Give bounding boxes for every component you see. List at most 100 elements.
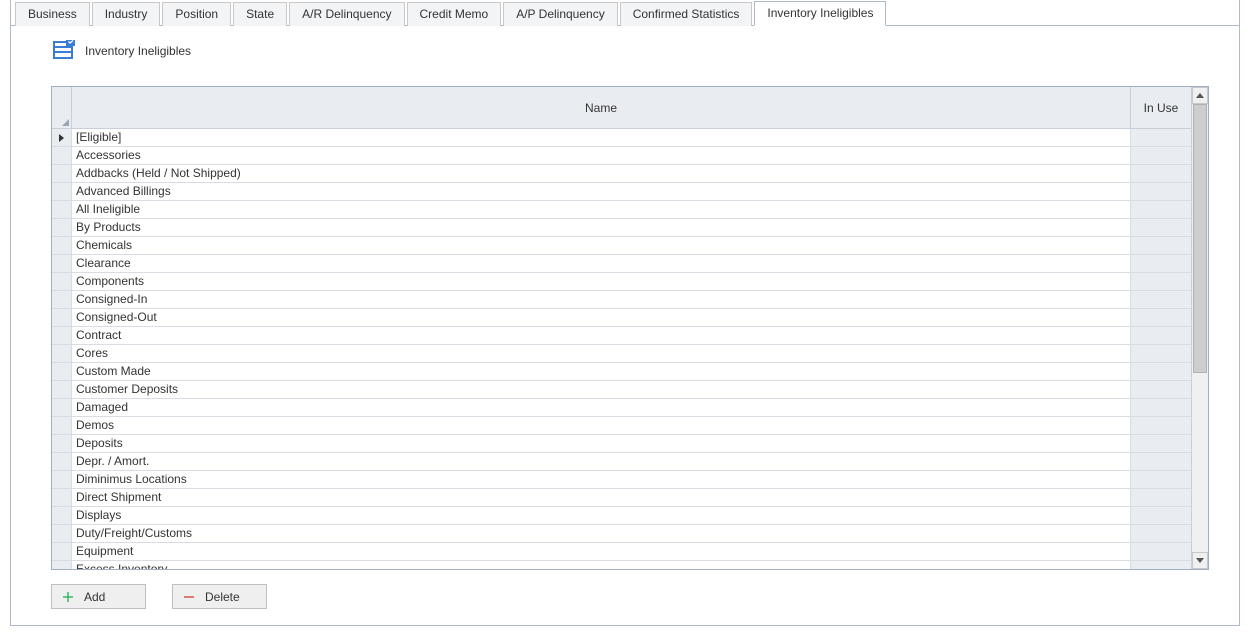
row-indicator[interactable] bbox=[52, 363, 72, 380]
table-row[interactable]: Damaged bbox=[52, 399, 1191, 417]
cell-name[interactable]: Contract bbox=[72, 327, 1131, 344]
table-row[interactable]: By Products bbox=[52, 219, 1191, 237]
row-indicator[interactable] bbox=[52, 309, 72, 326]
cell-name[interactable]: By Products bbox=[72, 219, 1131, 236]
cell-inuse[interactable] bbox=[1131, 363, 1191, 380]
tab-a-p-delinquency[interactable]: A/P Delinquency bbox=[503, 2, 618, 26]
cell-inuse[interactable] bbox=[1131, 489, 1191, 506]
cell-inuse[interactable] bbox=[1131, 561, 1191, 569]
row-selector-header[interactable] bbox=[52, 87, 72, 128]
cell-inuse[interactable] bbox=[1131, 417, 1191, 434]
cell-name[interactable]: Deposits bbox=[72, 435, 1131, 452]
row-indicator[interactable] bbox=[52, 417, 72, 434]
scroll-track[interactable] bbox=[1192, 104, 1208, 552]
cell-name[interactable]: Direct Shipment bbox=[72, 489, 1131, 506]
cell-name[interactable]: Duty/Freight/Customs bbox=[72, 525, 1131, 542]
table-row[interactable]: Accessories bbox=[52, 147, 1191, 165]
cell-inuse[interactable] bbox=[1131, 147, 1191, 164]
table-row[interactable]: Duty/Freight/Customs bbox=[52, 525, 1191, 543]
cell-inuse[interactable] bbox=[1131, 525, 1191, 542]
row-indicator[interactable] bbox=[52, 201, 72, 218]
row-indicator[interactable] bbox=[52, 435, 72, 452]
tab-state[interactable]: State bbox=[233, 2, 287, 26]
cell-inuse[interactable] bbox=[1131, 129, 1191, 146]
tab-credit-memo[interactable]: Credit Memo bbox=[407, 2, 502, 26]
cell-inuse[interactable] bbox=[1131, 381, 1191, 398]
cell-inuse[interactable] bbox=[1131, 507, 1191, 524]
cell-inuse[interactable] bbox=[1131, 345, 1191, 362]
cell-name[interactable]: Consigned-In bbox=[72, 291, 1131, 308]
row-indicator[interactable] bbox=[52, 273, 72, 290]
table-row[interactable]: [Eligible] bbox=[52, 129, 1191, 147]
table-row[interactable]: Consigned-In bbox=[52, 291, 1191, 309]
delete-button[interactable]: Delete bbox=[172, 584, 267, 609]
row-indicator[interactable] bbox=[52, 381, 72, 398]
table-row[interactable]: Depr. / Amort. bbox=[52, 453, 1191, 471]
tab-confirmed-statistics[interactable]: Confirmed Statistics bbox=[620, 2, 753, 26]
table-row[interactable]: Customer Deposits bbox=[52, 381, 1191, 399]
row-indicator[interactable] bbox=[52, 165, 72, 182]
cell-inuse[interactable] bbox=[1131, 309, 1191, 326]
table-row[interactable]: Diminimus Locations bbox=[52, 471, 1191, 489]
cell-name[interactable]: Damaged bbox=[72, 399, 1131, 416]
row-indicator[interactable] bbox=[52, 327, 72, 344]
column-header-name[interactable]: Name bbox=[72, 87, 1131, 128]
row-indicator[interactable] bbox=[52, 543, 72, 560]
scroll-up-button[interactable] bbox=[1192, 87, 1208, 104]
row-indicator[interactable] bbox=[52, 489, 72, 506]
table-row[interactable]: Contract bbox=[52, 327, 1191, 345]
row-indicator[interactable] bbox=[52, 183, 72, 200]
cell-inuse[interactable] bbox=[1131, 471, 1191, 488]
row-indicator[interactable] bbox=[52, 561, 72, 569]
table-row[interactable]: Clearance bbox=[52, 255, 1191, 273]
cell-inuse[interactable] bbox=[1131, 273, 1191, 290]
row-indicator[interactable] bbox=[52, 399, 72, 416]
table-row[interactable]: Equipment bbox=[52, 543, 1191, 561]
tab-position[interactable]: Position bbox=[162, 2, 231, 26]
cell-name[interactable]: Custom Made bbox=[72, 363, 1131, 380]
table-row[interactable]: Advanced Billings bbox=[52, 183, 1191, 201]
cell-name[interactable]: Depr. / Amort. bbox=[72, 453, 1131, 470]
table-row[interactable]: Cores bbox=[52, 345, 1191, 363]
grid-body[interactable]: [Eligible]AccessoriesAddbacks (Held / No… bbox=[52, 129, 1191, 569]
row-indicator[interactable] bbox=[52, 345, 72, 362]
cell-inuse[interactable] bbox=[1131, 237, 1191, 254]
cell-name[interactable]: [Eligible] bbox=[72, 129, 1131, 146]
table-row[interactable]: Excess Inventory bbox=[52, 561, 1191, 569]
row-indicator[interactable] bbox=[52, 525, 72, 542]
row-indicator[interactable] bbox=[52, 453, 72, 470]
table-row[interactable]: Custom Made bbox=[52, 363, 1191, 381]
scroll-thumb[interactable] bbox=[1193, 104, 1207, 373]
cell-name[interactable]: Clearance bbox=[72, 255, 1131, 272]
cell-inuse[interactable] bbox=[1131, 219, 1191, 236]
cell-name[interactable]: Chemicals bbox=[72, 237, 1131, 254]
cell-name[interactable]: Consigned-Out bbox=[72, 309, 1131, 326]
column-header-inuse[interactable]: In Use bbox=[1131, 87, 1191, 128]
table-row[interactable]: Chemicals bbox=[52, 237, 1191, 255]
tab-a-r-delinquency[interactable]: A/R Delinquency bbox=[289, 2, 404, 26]
cell-inuse[interactable] bbox=[1131, 201, 1191, 218]
row-indicator[interactable] bbox=[52, 471, 72, 488]
cell-name[interactable]: Excess Inventory bbox=[72, 561, 1131, 569]
row-indicator[interactable] bbox=[52, 129, 72, 146]
table-row[interactable]: Direct Shipment bbox=[52, 489, 1191, 507]
vertical-scrollbar[interactable] bbox=[1191, 87, 1208, 569]
cell-name[interactable]: All Ineligible bbox=[72, 201, 1131, 218]
row-indicator[interactable] bbox=[52, 219, 72, 236]
cell-name[interactable]: Cores bbox=[72, 345, 1131, 362]
cell-inuse[interactable] bbox=[1131, 327, 1191, 344]
table-row[interactable]: Deposits bbox=[52, 435, 1191, 453]
scroll-down-button[interactable] bbox=[1192, 552, 1208, 569]
tab-inventory-ineligibles[interactable]: Inventory Ineligibles bbox=[754, 1, 886, 26]
table-row[interactable]: Components bbox=[52, 273, 1191, 291]
row-indicator[interactable] bbox=[52, 507, 72, 524]
cell-inuse[interactable] bbox=[1131, 165, 1191, 182]
cell-inuse[interactable] bbox=[1131, 183, 1191, 200]
tab-business[interactable]: Business bbox=[15, 2, 90, 26]
cell-name[interactable]: Accessories bbox=[72, 147, 1131, 164]
cell-inuse[interactable] bbox=[1131, 399, 1191, 416]
cell-name[interactable]: Displays bbox=[72, 507, 1131, 524]
add-button[interactable]: Add bbox=[51, 584, 146, 609]
cell-name[interactable]: Demos bbox=[72, 417, 1131, 434]
cell-inuse[interactable] bbox=[1131, 435, 1191, 452]
